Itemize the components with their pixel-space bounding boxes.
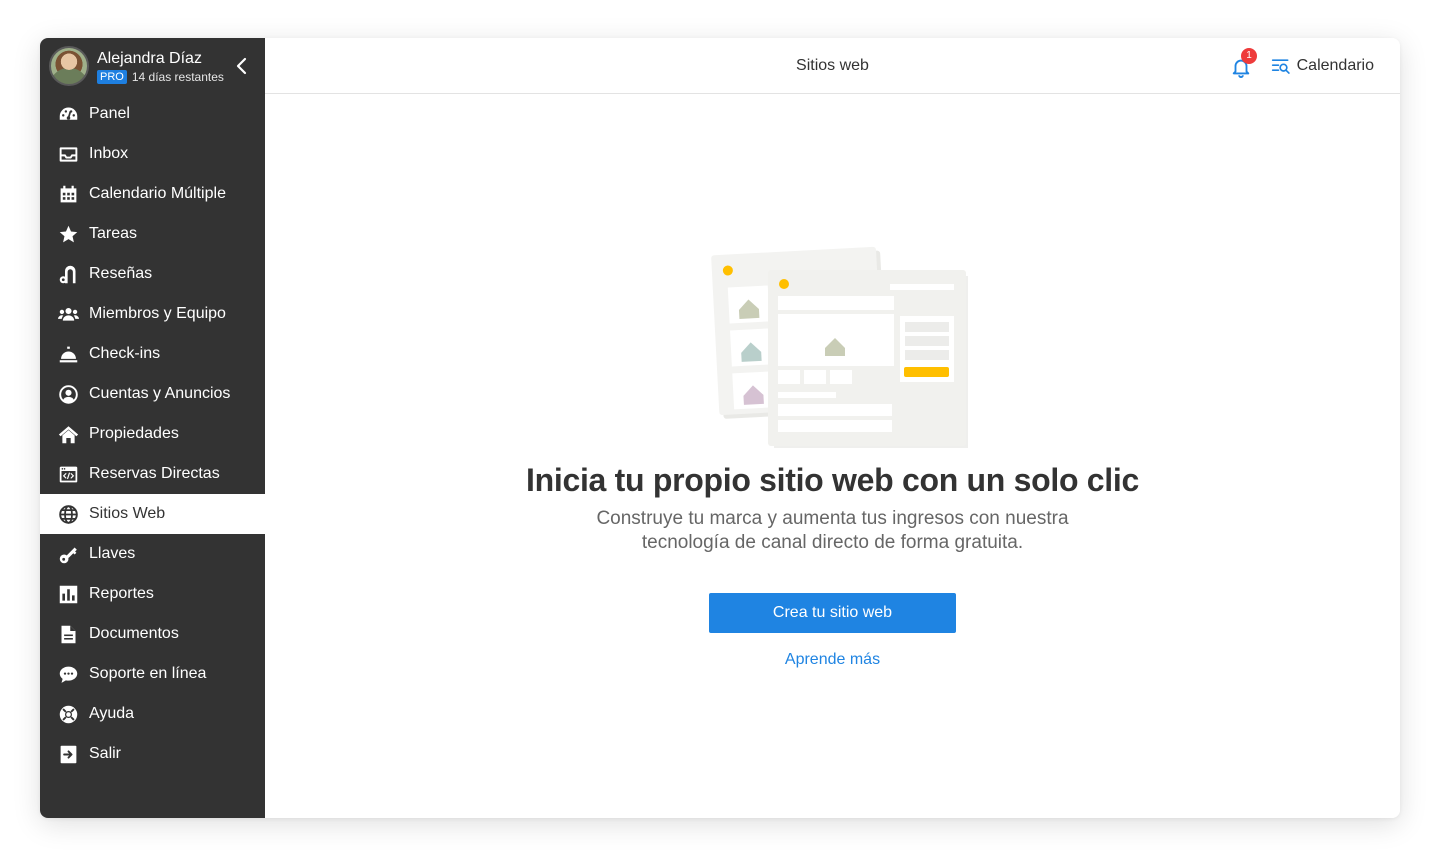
sidebar-item-ayuda[interactable]: Ayuda bbox=[40, 694, 265, 734]
sidebar-item-resenas[interactable]: Reseñas bbox=[40, 254, 265, 294]
star-icon bbox=[57, 223, 79, 245]
sidebar-item-salir[interactable]: Salir bbox=[40, 734, 265, 774]
document-icon bbox=[57, 623, 79, 645]
sidebar-item-llaves[interactable]: Llaves bbox=[40, 534, 265, 574]
dashboard-icon bbox=[57, 103, 79, 125]
code-window-icon bbox=[57, 463, 79, 485]
sidebar-nav: Panel Inbox Calendario Múltiple Tareas R… bbox=[40, 94, 265, 774]
chat-icon bbox=[57, 663, 79, 685]
top-bar: Sitios web 1 Calendario bbox=[265, 38, 1400, 94]
user-plan: PRO 14 días restantes bbox=[97, 69, 224, 84]
sidebar-item-calendario-multiple[interactable]: Calendario Múltiple bbox=[40, 174, 265, 214]
hero-subtitle: Construye tu marca y aumenta tus ingreso… bbox=[596, 508, 1069, 553]
sidebar-item-documentos[interactable]: Documentos bbox=[40, 614, 265, 654]
sidebar-item-miembros-y-equipo[interactable]: Miembros y Equipo bbox=[40, 294, 265, 334]
sidebar-item-cuentas-y-anuncios[interactable]: Cuentas y Anuncios bbox=[40, 374, 265, 414]
logout-icon bbox=[57, 743, 79, 765]
notification-count-badge: 1 bbox=[1241, 48, 1257, 64]
create-website-button[interactable]: Crea tu sitio web bbox=[709, 593, 956, 633]
sidebar-item-label: Propiedades bbox=[89, 425, 179, 442]
calendar-search-icon bbox=[1271, 59, 1290, 74]
sidebar-item-panel[interactable]: Panel bbox=[40, 94, 265, 134]
sidebar-item-reportes[interactable]: Reportes bbox=[40, 574, 265, 614]
pro-badge: PRO bbox=[97, 69, 127, 84]
user-profile[interactable]: Alejandra Díaz PRO 14 días restantes bbox=[40, 38, 265, 94]
sidebar-item-tareas[interactable]: Tareas bbox=[40, 214, 265, 254]
home-icon bbox=[57, 423, 79, 445]
website-illustration bbox=[698, 228, 972, 452]
team-icon bbox=[57, 303, 79, 325]
sidebar-item-label: Calendario Múltiple bbox=[89, 185, 226, 202]
sidebar-item-label: Salir bbox=[89, 745, 122, 762]
collapse-sidebar-button[interactable] bbox=[231, 56, 251, 76]
account-icon bbox=[57, 383, 79, 405]
user-name: Alejandra Díaz bbox=[97, 49, 202, 67]
lifebuoy-icon bbox=[57, 703, 79, 725]
sidebar-item-label: Reservas Directas bbox=[89, 465, 220, 482]
main-content: Sitios web 1 Calendario Inicia tu propio… bbox=[265, 38, 1400, 818]
calendar-link[interactable]: Calendario bbox=[1271, 56, 1374, 76]
calendar-icon bbox=[57, 183, 79, 205]
sidebar-item-check-ins[interactable]: Check-ins bbox=[40, 334, 265, 374]
sidebar-item-label: Ayuda bbox=[89, 705, 135, 722]
avatar[interactable] bbox=[49, 46, 89, 86]
reports-icon bbox=[57, 583, 79, 605]
reviews-icon bbox=[57, 263, 79, 285]
sidebar-item-label: Tareas bbox=[89, 225, 138, 242]
learn-more-link[interactable]: Aprende más bbox=[785, 651, 880, 669]
globe-icon bbox=[57, 503, 79, 525]
bell-service-icon bbox=[57, 343, 79, 365]
sidebar-item-reservas-directas[interactable]: Reservas Directas bbox=[40, 454, 265, 494]
inbox-icon bbox=[57, 143, 79, 165]
empty-state: Inicia tu propio sitio web con un solo c… bbox=[265, 228, 1400, 669]
sidebar: Alejandra Díaz PRO 14 días restantes Pan… bbox=[40, 38, 265, 818]
sidebar-item-label: Check-ins bbox=[89, 345, 161, 362]
sidebar-item-sitios-web[interactable]: Sitios Web bbox=[40, 494, 265, 534]
sidebar-item-label: Reportes bbox=[89, 585, 154, 602]
sidebar-item-label: Inbox bbox=[89, 145, 129, 162]
sidebar-item-label: Sitios Web bbox=[89, 505, 166, 522]
sidebar-item-label: Miembros y Equipo bbox=[89, 305, 226, 322]
sidebar-item-label: Documentos bbox=[89, 625, 179, 642]
key-icon bbox=[57, 543, 79, 565]
sidebar-item-label: Llaves bbox=[89, 545, 136, 562]
user-info: Alejandra Díaz PRO 14 días restantes bbox=[97, 49, 224, 84]
app-window: Alejandra Díaz PRO 14 días restantes Pan… bbox=[40, 38, 1400, 818]
trial-remaining: 14 días restantes bbox=[131, 69, 224, 84]
sidebar-item-label: Cuentas y Anuncios bbox=[89, 385, 231, 402]
sidebar-item-label: Soporte en línea bbox=[89, 665, 207, 682]
chevron-left-icon bbox=[236, 57, 247, 75]
hero-title: Inicia tu propio sitio web con un solo c… bbox=[526, 462, 1139, 498]
sidebar-item-propiedades[interactable]: Propiedades bbox=[40, 414, 265, 454]
sidebar-item-inbox[interactable]: Inbox bbox=[40, 134, 265, 174]
sidebar-item-soporte-en-linea[interactable]: Soporte en línea bbox=[40, 654, 265, 694]
sidebar-item-label: Reseñas bbox=[89, 265, 153, 282]
calendar-link-label: Calendario bbox=[1296, 57, 1374, 74]
sidebar-item-label: Panel bbox=[89, 105, 130, 122]
